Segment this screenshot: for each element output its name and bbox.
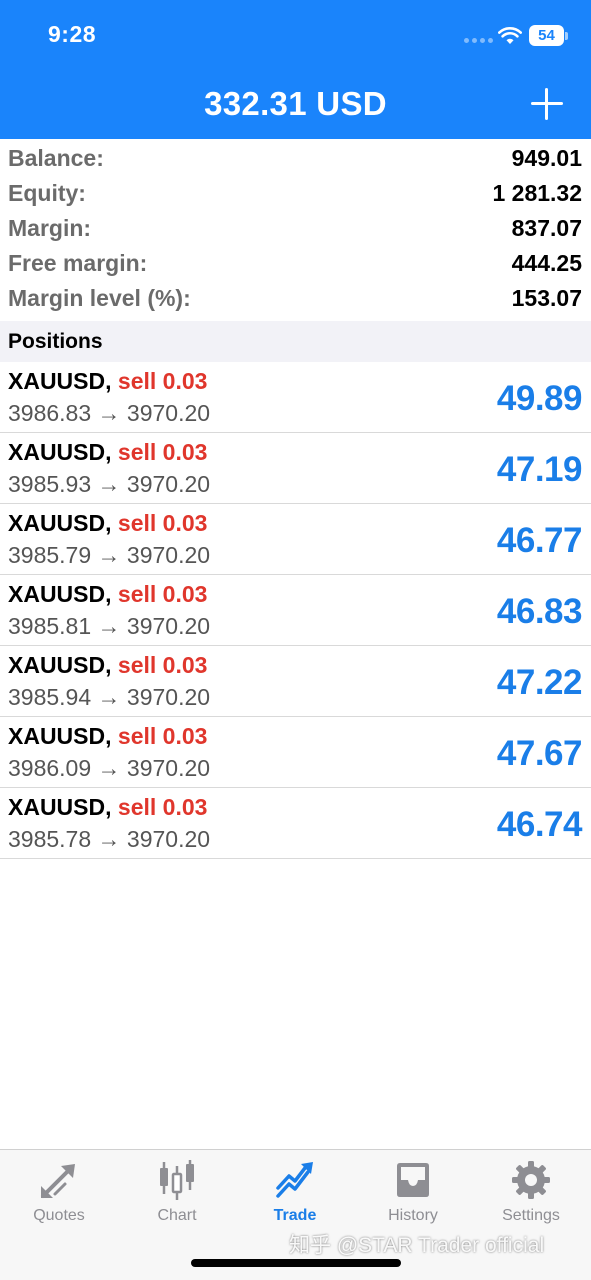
tab-quotes[interactable]: Quotes (0, 1150, 118, 1240)
summary-balance: Balance: 949.01 (0, 143, 591, 178)
position-side: sell 0.03 (117, 794, 208, 820)
position-symbol: XAUUSD, (8, 652, 112, 678)
position-symbol: XAUUSD, (8, 581, 112, 607)
tab-chart-label: Chart (157, 1207, 197, 1224)
positions-list: XAUUSD, sell 0.03 3986.83 → 3970.20 49.8… (0, 362, 591, 859)
position-symbol: XAUUSD, (8, 723, 112, 749)
tab-history-label: History (388, 1207, 438, 1224)
positions-section-header: Positions (0, 321, 591, 362)
position-row[interactable]: XAUUSD, sell 0.03 3985.93 → 3970.20 47.1… (0, 433, 591, 504)
position-prices: 3985.81 → 3970.20 (8, 613, 211, 639)
position-side: sell 0.03 (117, 652, 208, 678)
equity-label: Equity: (8, 180, 86, 206)
position-profit: 46.74 (496, 805, 583, 844)
candlestick-chart-icon (160, 1160, 194, 1200)
status-time: 9:28 (48, 21, 97, 47)
quotes-arrows-icon (41, 1164, 75, 1198)
position-side: sell 0.03 (117, 439, 208, 465)
header-bar: 9:28 54 332.31 USD (0, 0, 591, 139)
position-profit: 46.83 (496, 592, 583, 631)
position-side: sell 0.03 (117, 581, 208, 607)
position-symbol: XAUUSD, (8, 794, 112, 820)
position-row[interactable]: XAUUSD, sell 0.03 3985.78 → 3970.20 46.7… (0, 788, 591, 859)
position-prices: 3986.83 → 3970.20 (8, 400, 211, 426)
trade-trend-icon (276, 1162, 313, 1198)
cellular-signal-icon (464, 36, 494, 44)
position-row[interactable]: XAUUSD, sell 0.03 3986.83 → 3970.20 49.8… (0, 362, 591, 433)
position-side: sell 0.03 (117, 368, 208, 394)
battery-icon: 54 (529, 25, 568, 47)
position-profit: 47.67 (496, 734, 583, 773)
tab-history[interactable]: History (354, 1150, 472, 1240)
position-row[interactable]: XAUUSD, sell 0.03 3985.94 → 3970.20 47.2… (0, 646, 591, 717)
position-symbol: XAUUSD, (8, 439, 112, 465)
free-margin-value: 444.25 (511, 250, 582, 276)
page-title: 332.31 USD (204, 85, 387, 122)
free-margin-label: Free margin: (8, 250, 148, 276)
inbox-tray-icon (397, 1163, 429, 1197)
margin-value: 837.07 (511, 215, 582, 241)
tab-settings-label: Settings (502, 1207, 560, 1224)
summary-margin: Margin: 837.07 (0, 213, 591, 248)
summary-margin-level: Margin level (%): 153.07 (0, 283, 591, 318)
balance-label: Balance: (8, 145, 104, 171)
position-row[interactable]: XAUUSD, sell 0.03 3985.81 → 3970.20 46.8… (0, 575, 591, 646)
wifi-icon (498, 27, 522, 44)
tab-quotes-label: Quotes (33, 1207, 85, 1224)
position-profit: 47.22 (496, 663, 583, 702)
position-profit: 46.77 (496, 521, 583, 560)
positions-title: Positions (8, 330, 103, 353)
position-prices: 3985.78 → 3970.20 (8, 826, 211, 852)
position-symbol: XAUUSD, (8, 368, 112, 394)
tab-chart[interactable]: Chart (118, 1150, 236, 1240)
margin-level-value: 153.07 (511, 285, 582, 311)
tab-trade-label: Trade (273, 1207, 317, 1224)
account-summary: Balance: 949.01 Equity: 1 281.32 Margin:… (0, 143, 591, 318)
position-profit: 47.19 (496, 450, 583, 489)
balance-value: 949.01 (511, 145, 582, 171)
home-indicator[interactable] (191, 1259, 401, 1267)
position-prices: 3985.93 → 3970.20 (8, 471, 211, 497)
summary-equity: Equity: 1 281.32 (0, 178, 591, 213)
position-prices: 3985.79 → 3970.20 (8, 542, 211, 568)
position-prices: 3985.94 → 3970.20 (8, 684, 211, 710)
tab-settings[interactable]: Settings (472, 1150, 590, 1240)
plus-icon[interactable] (531, 88, 563, 120)
margin-label: Margin: (8, 215, 92, 241)
position-side: sell 0.03 (117, 723, 208, 749)
margin-level-label: Margin level (%): (8, 285, 191, 311)
watermark: 知乎 @STAR Trader official (289, 1234, 545, 1257)
position-profit: 49.89 (496, 379, 583, 418)
tab-trade[interactable]: Trade (236, 1150, 354, 1240)
battery-level: 54 (529, 25, 564, 46)
position-row[interactable]: XAUUSD, sell 0.03 3985.79 → 3970.20 46.7… (0, 504, 591, 575)
summary-free-margin: Free margin: 444.25 (0, 248, 591, 283)
position-side: sell 0.03 (117, 510, 208, 536)
position-row[interactable]: XAUUSD, sell 0.03 3986.09 → 3970.20 47.6… (0, 717, 591, 788)
gear-icon (512, 1161, 550, 1199)
equity-value: 1 281.32 (492, 180, 582, 206)
position-prices: 3986.09 → 3970.20 (8, 755, 211, 781)
position-symbol: XAUUSD, (8, 510, 112, 536)
